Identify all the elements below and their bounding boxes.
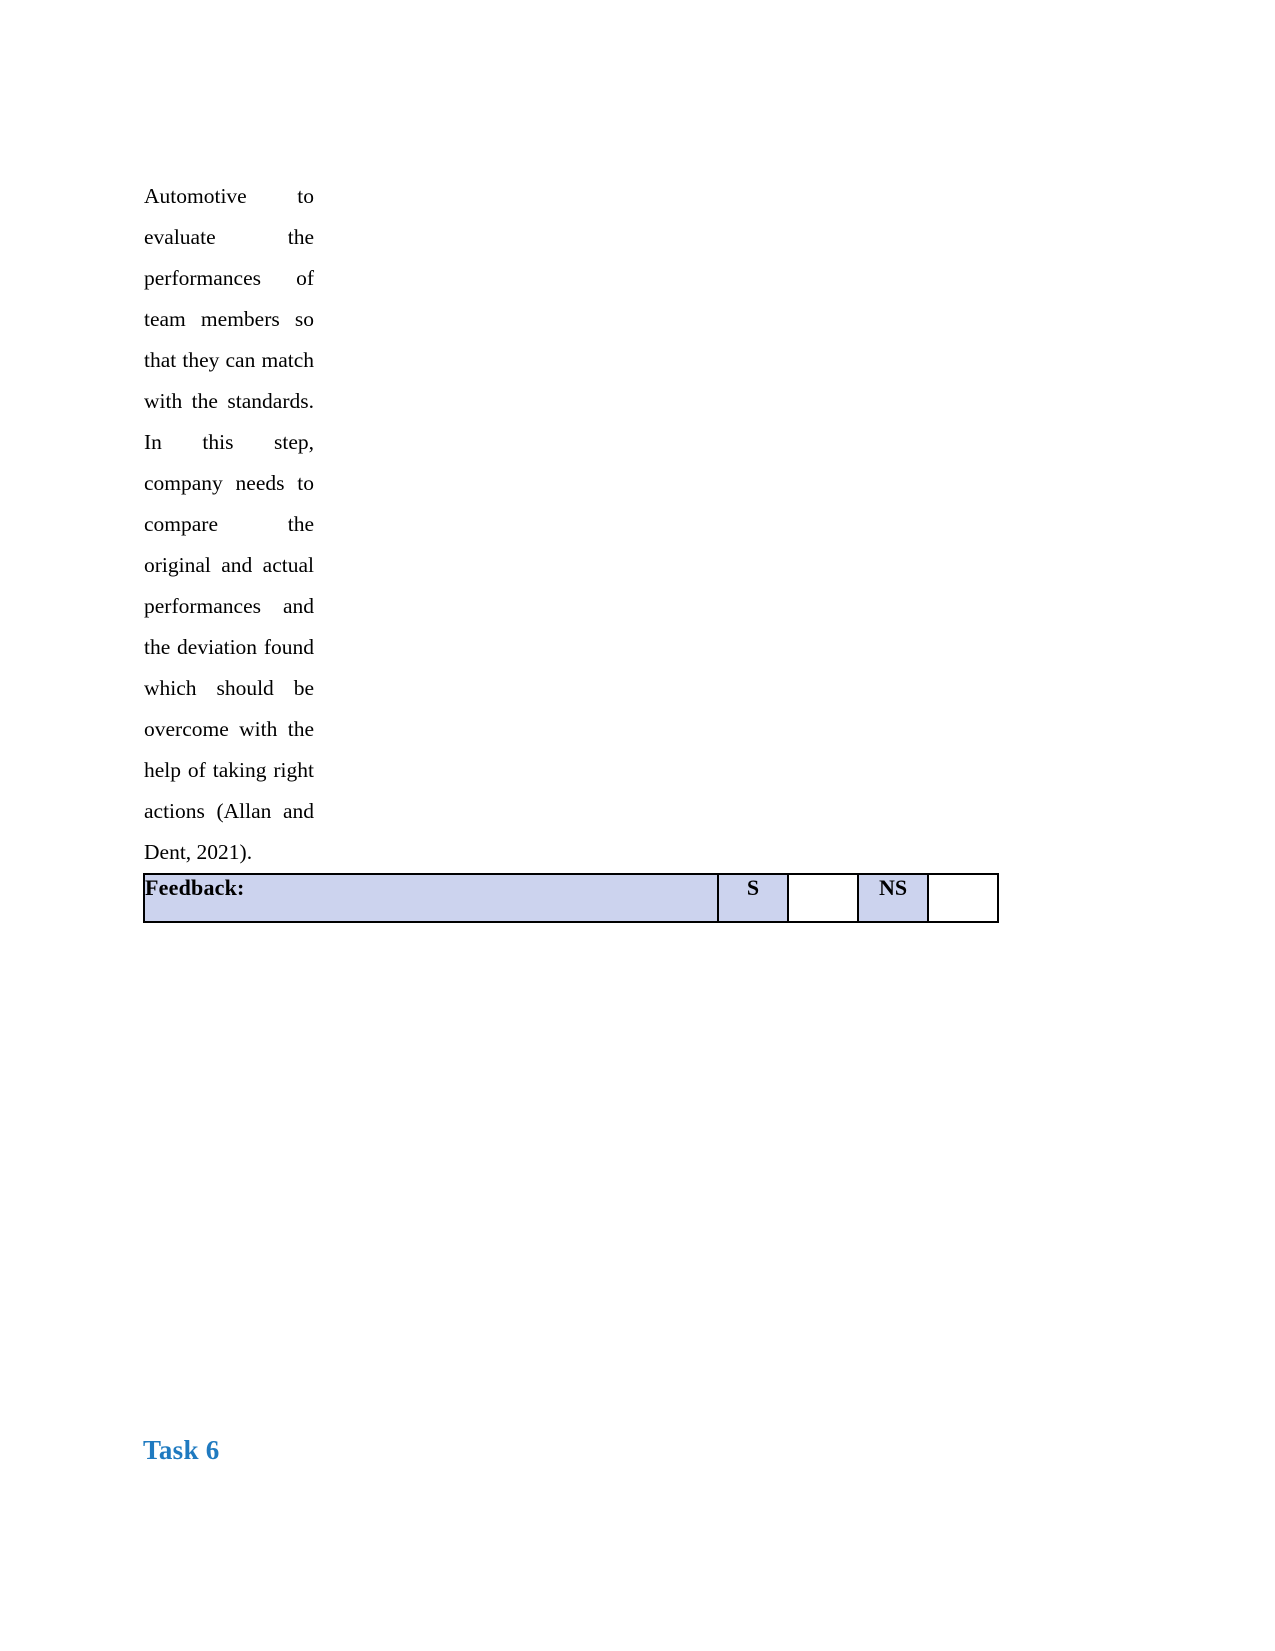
table-row-body: Automotive to evaluate the performances …: [144, 176, 998, 874]
table-row-feedback: Feedback: S NS: [143, 873, 999, 923]
body-spacer-cell: [314, 176, 998, 874]
satisfactory-label-cell: S: [717, 873, 789, 923]
not-satisfactory-label-cell: NS: [857, 873, 929, 923]
satisfactory-checkbox-cell[interactable]: [787, 873, 859, 923]
feedback-label-cell: Feedback:: [143, 873, 719, 923]
trailing-spacer-cell: [314, 922, 998, 980]
body-paragraph: Automotive to evaluate the performances …: [144, 184, 314, 864]
table-row-trailing: [144, 922, 998, 980]
document-page: Automotive to evaluate the performances …: [0, 0, 1275, 1651]
page-title: Task 6: [143, 1435, 220, 1465]
trailing-empty-cell[interactable]: [144, 922, 314, 980]
not-satisfactory-checkbox-cell[interactable]: [927, 873, 999, 923]
body-text-cell: Automotive to evaluate the performances …: [144, 176, 314, 874]
assessment-feedback-table: Automotive to evaluate the performances …: [143, 176, 999, 980]
